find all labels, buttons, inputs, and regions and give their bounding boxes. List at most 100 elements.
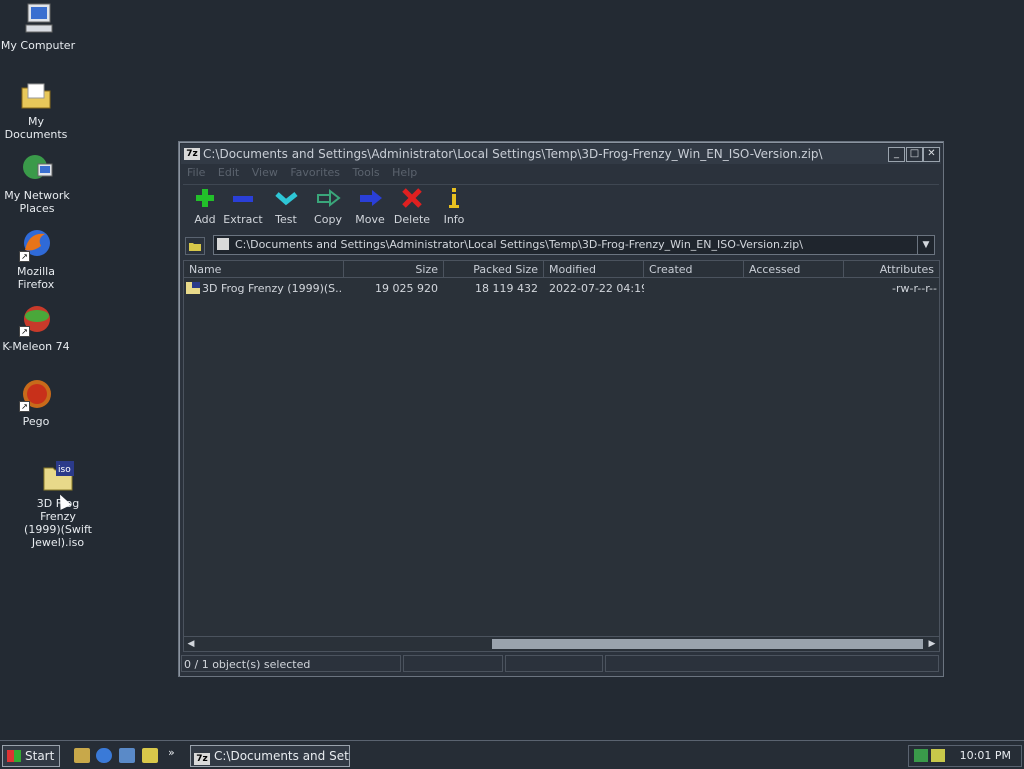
desktop-icon-label: My Computer [0, 39, 76, 52]
row-size: 19 025 920 [375, 282, 438, 295]
quicklaunch-more-icon[interactable]: » [168, 746, 175, 759]
status-pane-2 [403, 655, 503, 672]
horizontal-scrollbar[interactable]: ◀ ▶ [183, 636, 940, 652]
taskbar: Start » 7z C:\Documents and Settin... 10:… [0, 740, 1024, 769]
file-list[interactable]: Name Size Packed Size Modified Created A… [183, 260, 940, 640]
table-row[interactable]: 3D Frog Frenzy (1999)(S... 19 025 920 18… [184, 281, 939, 297]
info-button[interactable]: Info [432, 187, 476, 226]
shortcut-arrow-icon: ↗ [19, 326, 30, 337]
k-meleon-icon: ↗ [19, 303, 53, 337]
desktop-icon-label: My Network Places [4, 189, 70, 215]
quicklaunch-ie-icon[interactable] [96, 748, 112, 763]
iso-file-icon [186, 282, 200, 294]
safely-remove-tray-icon[interactable] [931, 749, 945, 762]
column-name[interactable]: Name [184, 261, 344, 278]
clock: 10:01 PM [959, 749, 1011, 762]
system-tray: 10:01 PM [908, 745, 1022, 767]
windows-flag-icon [7, 750, 21, 762]
extract-label: Extract [223, 213, 263, 226]
delete-label: Delete [393, 213, 431, 226]
menu-help[interactable]: Help [392, 166, 417, 179]
minus-icon [221, 187, 265, 209]
column-packed-size[interactable]: Packed Size [444, 261, 544, 278]
move-arrow-icon [348, 187, 392, 209]
row-name: 3D Frog Frenzy (1999)(S... [186, 281, 342, 297]
start-button[interactable]: Start [2, 745, 60, 767]
quicklaunch-show-desktop-icon[interactable] [74, 748, 90, 763]
start-label: Start [25, 749, 55, 763]
status-selection: 0 / 1 object(s) selected [181, 655, 401, 672]
7zip-app-icon: 7z [184, 148, 200, 160]
status-pane-4 [605, 655, 939, 672]
move-button[interactable]: Move [348, 187, 392, 226]
file-manager-window[interactable]: 7z C:\Documents and Settings\Administrat… [178, 141, 944, 677]
firefox-icon: ↗ [19, 228, 53, 262]
status-bar: 0 / 1 object(s) selected [181, 655, 941, 673]
window-title: C:\Documents and Settings\Administrator\… [203, 147, 823, 161]
row-modified: 2022-07-22 04:19 [549, 282, 644, 295]
iso-file-icon: iso [41, 460, 75, 494]
menu-tools[interactable]: Tools [353, 166, 380, 179]
minimize-button[interactable]: _ [888, 147, 905, 162]
desktop-icon-my-documents[interactable]: My Documents [0, 78, 74, 141]
quicklaunch-outlook-icon[interactable] [119, 748, 135, 763]
extract-button[interactable]: Extract [221, 187, 265, 226]
desktop-icon-my-computer[interactable]: My Computer [0, 2, 76, 52]
chevron-down-icon[interactable]: ▼ [917, 236, 934, 254]
toolbar: Add Extract Test Copy Move Delete Info [183, 184, 939, 231]
desktop-icon-firefox[interactable]: ↗ Mozilla Firefox [0, 228, 74, 291]
column-attributes[interactable]: Attributes [844, 261, 939, 278]
move-label: Move [355, 213, 385, 226]
desktop-icon-network-places[interactable]: My Network Places [0, 152, 76, 215]
menu-view[interactable]: View [252, 166, 278, 179]
scroll-track[interactable] [200, 639, 923, 649]
menu-file[interactable]: File [187, 166, 205, 179]
svg-text:iso: iso [58, 465, 71, 475]
test-label: Test [275, 213, 297, 226]
row-attributes: -rw-r--r-- [892, 282, 937, 295]
copy-button[interactable]: Copy [306, 187, 350, 226]
desktop-icon-pego[interactable]: ↗ Pego [0, 378, 74, 428]
address-bar: C:\Documents and Settings\Administrator\… [183, 234, 939, 256]
address-input[interactable]: C:\Documents and Settings\Administrator\… [213, 235, 935, 255]
maximize-button[interactable]: □ [906, 147, 923, 162]
status-pane-3 [505, 655, 603, 672]
column-header: Name Size Packed Size Modified Created A… [184, 261, 939, 278]
address-text: C:\Documents and Settings\Administrator\… [235, 238, 803, 251]
close-button[interactable]: ✕ [923, 147, 940, 162]
column-created[interactable]: Created [644, 261, 744, 278]
column-accessed[interactable]: Accessed [744, 261, 844, 278]
check-icon [264, 187, 308, 209]
test-button[interactable]: Test [264, 187, 308, 226]
delete-button[interactable]: Delete [390, 187, 434, 226]
info-icon [432, 187, 476, 209]
taskbar-window-label: C:\Documents and Settin... [214, 749, 349, 763]
scroll-left-icon[interactable]: ◀ [184, 637, 198, 651]
folder-up-icon[interactable] [185, 237, 205, 255]
shortcut-arrow-icon: ↗ [19, 251, 30, 262]
delete-x-icon [390, 187, 434, 209]
shortcut-arrow-icon: ↗ [19, 401, 30, 412]
copy-arrow-icon [306, 187, 350, 209]
desktop-icon-k-meleon[interactable]: ↗ K-Meleon 74 [0, 303, 74, 353]
desktop-icon-label: Mozilla Firefox [17, 265, 55, 291]
desktop-icon-label: Pego [22, 415, 50, 428]
column-modified[interactable]: Modified [544, 261, 644, 278]
menu-favorites[interactable]: Favorites [290, 166, 340, 179]
menu-edit[interactable]: Edit [218, 166, 239, 179]
info-label: Info [443, 213, 465, 226]
row-packed-size: 18 119 432 [475, 282, 538, 295]
folder-icon [19, 78, 53, 112]
column-size[interactable]: Size [344, 261, 444, 278]
scroll-thumb[interactable] [492, 639, 923, 649]
7zip-app-icon: 7z [194, 753, 210, 765]
zip-icon [217, 238, 229, 250]
network-tray-icon[interactable] [914, 749, 928, 762]
computer-icon [21, 2, 55, 36]
pego-icon: ↗ [19, 378, 53, 412]
scroll-right-icon[interactable]: ▶ [925, 637, 939, 651]
window-titlebar[interactable]: 7z C:\Documents and Settings\Administrat… [181, 144, 941, 164]
quicklaunch-explorer-icon[interactable] [142, 748, 158, 763]
menu-bar: File Edit View Favorites Tools Help [183, 165, 939, 181]
taskbar-window-button[interactable]: 7z C:\Documents and Settin... [190, 745, 350, 767]
